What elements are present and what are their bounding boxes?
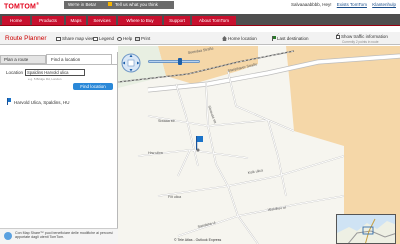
account-links: Salvaaaabbbb, Hey! Exists TomTom Klanten… [287, 2, 396, 7]
route-planner-toolbar: Route Planner Share map view Legend Help… [0, 32, 400, 45]
tab-plan-route[interactable]: Plan a route [0, 55, 46, 64]
street-label-4: Hrw ulica [148, 151, 163, 155]
home-location-label: Home location [228, 36, 257, 41]
pan-control-icon[interactable] [121, 53, 141, 73]
nav-maps[interactable]: Maps [66, 16, 86, 25]
nav-home[interactable]: Home [2, 16, 30, 25]
promo-text: Con Map Share™ puoi beneficiare delle mo… [15, 231, 113, 240]
location-hint: e.g. 5 Bridge Rd, London [28, 77, 62, 81]
zoom-thumb[interactable] [178, 58, 182, 65]
map-share-icon [4, 232, 12, 240]
print-label: Print [141, 36, 151, 41]
location-pin-icon[interactable] [196, 136, 203, 152]
home-icon [222, 36, 227, 41]
help-icon [117, 37, 122, 41]
nav-products[interactable]: Products [32, 16, 64, 25]
traffic-toggle[interactable]: Show traffic informationCurrently 2 poin… [336, 33, 388, 45]
overview-map-graphics [337, 218, 395, 243]
share-label: Share map view [62, 36, 95, 41]
nav-support[interactable]: Support [164, 16, 190, 25]
result-pin-icon[interactable] [6, 98, 11, 105]
traffic-sub-label: Currently 2 points in route [342, 40, 379, 44]
zoom-slider[interactable] [148, 58, 200, 65]
street-label-7: Wolvikov ul [268, 205, 287, 212]
tomtom-logo[interactable]: TOMTOM® [4, 1, 39, 10]
overview-map[interactable] [336, 214, 396, 244]
search-result-item[interactable]: Harvold Ulica, Spaldins, HU [14, 100, 70, 105]
tab-find-location[interactable]: Find a location [46, 54, 112, 64]
find-location-button[interactable]: Find location [73, 83, 113, 90]
location-label: Location [6, 70, 24, 75]
nav-where-to-buy[interactable]: Where to Buy [118, 16, 162, 25]
last-destination-button[interactable]: Last destination [272, 36, 309, 41]
traffic-label: Show traffic information [341, 34, 388, 39]
left-panel: Plan a route Find a location Location Sp… [0, 52, 118, 244]
user-greeting: Salvaaaabbbb, Hey! [290, 2, 332, 7]
legend-icon [93, 37, 98, 41]
legend-button[interactable]: Legend [93, 36, 114, 41]
feedback-icon [108, 2, 113, 6]
logo-text: TOMTOM [4, 3, 37, 11]
location-input[interactable]: Spaldins Harvold ulica [25, 69, 85, 76]
main-nav: Home Products Maps Services Where to Buy… [0, 14, 400, 26]
traffic-checkbox[interactable] [336, 33, 340, 39]
street-label-6: Kolk ulica [247, 168, 263, 175]
nav-about[interactable]: About TomTom [192, 16, 236, 25]
share-map-view-button[interactable]: Share map view [56, 36, 94, 41]
nav-services[interactable]: Services [88, 16, 116, 25]
map-share-promo: Con Map Share™ puoi beneficiare delle mo… [0, 228, 118, 244]
street-label-5: Fllt ulica [168, 195, 181, 199]
tomtom-route-planner-page: TOMTOM® We're in Beta! Tell us what you t… [0, 0, 400, 244]
logout-link[interactable]: Exists TomTom [337, 2, 367, 7]
street-label-8: Sandaha ul [197, 221, 216, 229]
help-button[interactable]: Help [117, 36, 132, 41]
map-copyright: © Tele Atlas - Outlook Express [174, 238, 222, 242]
print-button[interactable]: Print [135, 36, 150, 41]
zoom-track[interactable] [148, 60, 200, 63]
find-location-panel: Location Spaldins Harvold ulica e.g. 5 B… [0, 64, 118, 244]
legend-label: Legend [99, 36, 115, 41]
help-link[interactable]: Klantenhulp [372, 2, 396, 7]
home-location-button[interactable]: Home location [222, 36, 257, 41]
beta-banner: We're in Beta! Tell us what you think [64, 1, 174, 9]
top-bar: TOMTOM® We're in Beta! Tell us what you t… [0, 0, 400, 10]
street-label-2: Sbrauaa str. [207, 105, 217, 125]
print-icon [135, 37, 140, 41]
street-label-3: Siwaaa str [158, 119, 176, 123]
share-icon [56, 37, 61, 41]
feedback-link[interactable]: Tell us what you think [115, 2, 158, 7]
flag-icon [272, 36, 276, 41]
beta-notice: We're in Beta! [68, 2, 97, 7]
page-title: Route Planner [5, 35, 47, 42]
last-destination-label: Last destination [277, 36, 309, 41]
help-label: Help [123, 36, 133, 41]
